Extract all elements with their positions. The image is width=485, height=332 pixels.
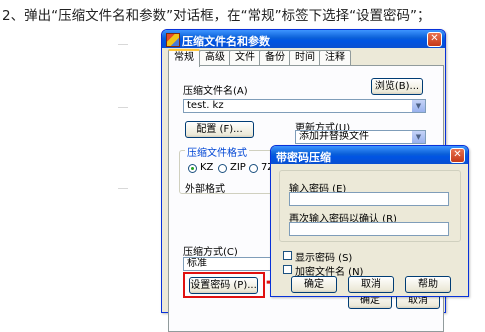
highlight-box — [183, 272, 265, 298]
tab-general[interactable]: 常规 — [168, 49, 200, 67]
instruction-text: 2、弹出“压缩文件名和参数”对话框，在“常规”标签下选择“设置密码”； — [2, 8, 431, 24]
password-ok-button[interactable]: 确定 — [291, 276, 337, 293]
format-group-label: 压缩文件格式 — [185, 144, 249, 159]
show-password-label: 显示密码 (S) — [295, 253, 353, 264]
format-radio-kz[interactable] — [188, 164, 197, 173]
compression-method-select[interactable]: 标准 — [183, 257, 283, 271]
compression-method-label: 压缩方式(C) — [183, 247, 238, 258]
page-divider — [118, 44, 128, 45]
dialog-title: 压缩文件名和参数 — [182, 35, 270, 48]
password-close-button[interactable]: ✕ — [450, 148, 465, 163]
archive-name-label: 压缩文件名(A) — [183, 86, 248, 97]
compression-method-value: 标准 — [187, 258, 207, 269]
close-icon: ✕ — [430, 33, 439, 44]
enter-password-input[interactable] — [289, 192, 449, 206]
browse-button[interactable]: 浏览(B)... — [371, 78, 423, 95]
page-divider — [118, 188, 128, 189]
update-mode-value: 添加并替换文件 — [299, 131, 369, 142]
format-label-kz: KZ — [200, 162, 214, 173]
password-dialog-title: 带密码压缩 — [276, 151, 331, 164]
format-radio-7z[interactable] — [249, 164, 258, 173]
tab-comment[interactable]: 注释 — [319, 50, 351, 65]
chevron-down-icon[interactable]: ▼ — [411, 100, 425, 112]
tab-advanced[interactable]: 高级 — [199, 50, 231, 65]
archive-name-value: test. kz — [187, 100, 224, 111]
password-dialog: 带密码压缩 ✕ 输入密码 (E) 再次输入密码以确认 (R) 显示密码 (S) … — [270, 145, 469, 297]
password-cancel-button[interactable]: 取消 — [348, 276, 394, 293]
dialog-titlebar[interactable]: 压缩文件名和参数 ✕ — [162, 30, 445, 48]
chevron-down-icon[interactable]: ▼ — [411, 131, 425, 143]
external-format-label: 外部格式 — [185, 184, 225, 195]
show-password-checkbox[interactable] — [283, 251, 292, 260]
archive-name-field[interactable]: test. kz ▼ — [183, 99, 426, 113]
tab-backup[interactable]: 备份 — [259, 50, 291, 65]
app-icon — [166, 33, 180, 47]
reenter-password-input[interactable] — [289, 222, 449, 236]
encrypt-filenames-checkbox[interactable] — [283, 265, 292, 274]
page-divider — [118, 107, 128, 108]
close-button[interactable]: ✕ — [427, 32, 442, 47]
tab-time[interactable]: 时间 — [289, 50, 321, 65]
password-dialog-titlebar[interactable]: 带密码压缩 ✕ — [271, 146, 468, 164]
tab-files[interactable]: 文件 — [229, 50, 261, 65]
close-icon: ✕ — [453, 149, 462, 160]
format-label-zip: ZIP — [230, 162, 246, 173]
config-button[interactable]: 配置 (F)... — [185, 121, 254, 138]
password-help-button[interactable]: 帮助 — [405, 276, 451, 293]
update-mode-select[interactable]: 添加并替换文件 ▼ — [295, 130, 426, 144]
format-radio-zip[interactable] — [218, 164, 227, 173]
